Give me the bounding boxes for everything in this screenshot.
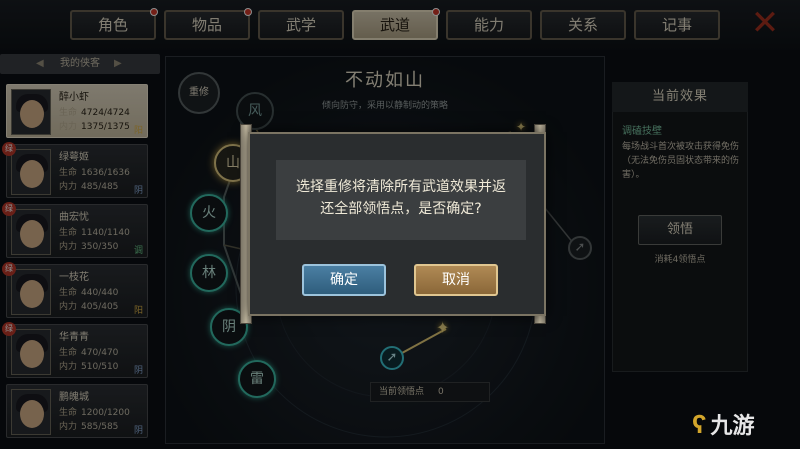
confirm-message-line: 还全部领悟点，是否确定? (320, 201, 482, 217)
watermark-logo: ʕ 九游 (692, 409, 755, 439)
cancel-button[interactable]: 取消 (414, 264, 498, 296)
confirm-message-line: 选择重修将清除所有武道效果并返 (296, 179, 506, 195)
confirm-button[interactable]: 确定 (302, 264, 386, 296)
confirm-message: 选择重修将清除所有武道效果并返 还全部领悟点，是否确定? (276, 160, 526, 240)
